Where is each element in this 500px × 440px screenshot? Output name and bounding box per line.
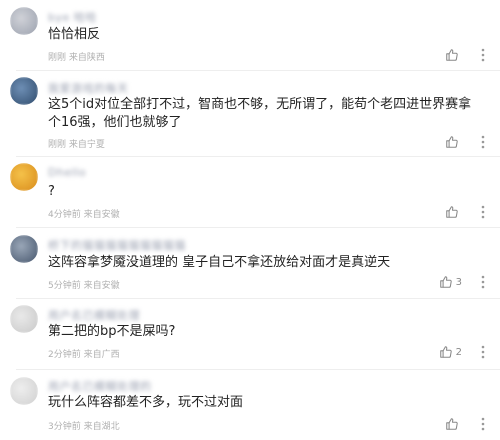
comment-actions (445, 205, 486, 219)
username[interactable]: 桥下的猫猫猫猫猫猫猫猫猫 (48, 237, 186, 253)
more-vertical-icon[interactable] (480, 417, 486, 431)
like-button[interactable]: 2 (439, 345, 462, 359)
thumbs-up-icon (439, 275, 453, 289)
avatar[interactable] (10, 163, 38, 191)
avatar[interactable] (10, 77, 38, 105)
comment-item: 我爱游戏的每天 这5个id对位全部打不过，智商也不够，无所谓了，能苟个老四进世界… (0, 71, 500, 156)
comment-text: ? (48, 184, 55, 199)
comment-meta: 3分钟前 来自湖北 (48, 422, 120, 432)
avatar[interactable] (10, 7, 38, 35)
like-count: 2 (455, 346, 462, 358)
like-button[interactable] (445, 48, 462, 62)
comment-actions: 3 (439, 275, 486, 289)
username[interactable]: 用户名已模糊处理 (48, 307, 140, 323)
thumbs-up-icon (445, 48, 459, 62)
comment-text: 这5个id对位全部打不过，智商也不够，无所谓了，能苟个老四进世界赛拿个16强，他… (48, 97, 472, 130)
comment-meta: 2分钟前 来自广西 (48, 350, 120, 360)
more-vertical-icon[interactable] (480, 345, 486, 359)
comment-actions (445, 417, 486, 431)
username[interactable]: bye 哈哈 (48, 9, 97, 25)
like-button[interactable] (445, 205, 462, 219)
avatar[interactable] (10, 305, 38, 333)
thumbs-up-icon (445, 417, 459, 431)
comment-item: Dhello ? 4分钟前 来自安徽 (0, 157, 500, 227)
comment-text: 恰恰相反 (48, 27, 101, 42)
comment-text: 第二把的bp不是屎吗? (48, 324, 176, 339)
username[interactable]: 我爱游戏的每天 (48, 80, 129, 96)
thumbs-up-icon (439, 345, 453, 359)
thumbs-up-icon (445, 205, 459, 219)
more-vertical-icon[interactable] (480, 135, 486, 149)
comment-meta: 刚刚 来自陕西 (48, 53, 105, 63)
comment-meta: 刚刚 来自宁夏 (48, 140, 105, 150)
more-vertical-icon[interactable] (480, 275, 486, 289)
comment-item: 桥下的猫猫猫猫猫猫猫猫猫 这阵容拿梦魇没道理的 皇子自己不拿还放给对面才是真逆天… (0, 228, 500, 298)
comment-actions (445, 135, 486, 149)
like-button[interactable]: 3 (439, 275, 462, 289)
like-button[interactable] (445, 417, 462, 431)
username[interactable]: Dhello (48, 166, 86, 179)
comment-actions (445, 48, 486, 62)
comment-text: 玩什么阵容都差不多，玩不过对面 (48, 395, 244, 410)
comment-actions: 2 (439, 345, 486, 359)
comment-meta: 5分钟前 来自安徽 (48, 281, 120, 291)
comment-item: bye 哈哈 恰恰相反 刚刚 来自陕西 (0, 0, 500, 70)
comment-item: 用户名已模糊处理的 玩什么阵容都差不多，玩不过对面 3分钟前 来自湖北 (0, 370, 500, 440)
more-vertical-icon[interactable] (480, 48, 486, 62)
comment-meta: 4分钟前 来自安徽 (48, 210, 120, 220)
avatar[interactable] (10, 377, 38, 405)
comment-item: 用户名已模糊处理 第二把的bp不是屎吗? 2分钟前 来自广西 2 (0, 299, 500, 369)
like-count: 3 (455, 276, 462, 288)
thumbs-up-icon (445, 135, 459, 149)
avatar[interactable] (10, 235, 38, 263)
like-button[interactable] (445, 135, 462, 149)
comment-text: 这阵容拿梦魇没道理的 皇子自己不拿还放给对面才是真逆天 (48, 255, 391, 270)
username[interactable]: 用户名已模糊处理的 (48, 378, 152, 394)
more-vertical-icon[interactable] (480, 205, 486, 219)
comment-list: bye 哈哈 恰恰相反 刚刚 来自陕西 我爱游戏的每天 这5个id对位全部打不过… (0, 0, 500, 440)
